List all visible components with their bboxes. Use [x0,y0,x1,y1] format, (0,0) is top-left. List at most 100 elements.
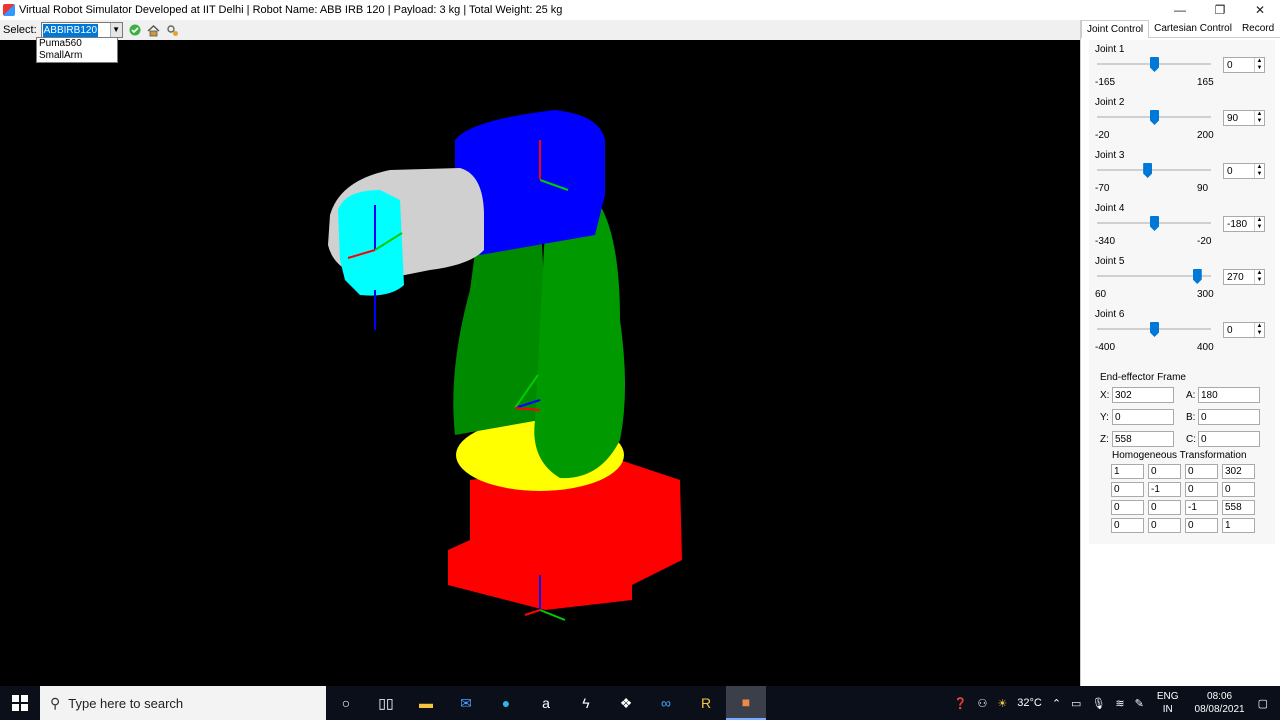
spinner-arrows-icon[interactable]: ▲ ▼ [1254,111,1264,125]
end-effector-title: End-effector Frame [1100,372,1186,383]
matrix-cell[interactable]: 0 [1222,482,1255,497]
temperature[interactable]: 32°C [1017,697,1042,709]
joint-min: -400 [1095,342,1116,353]
spinner-arrows-icon[interactable]: ▲ ▼ [1254,164,1264,178]
slider-thumb[interactable] [1150,57,1159,72]
chevron-up-icon[interactable]: ⌃ [1052,697,1061,710]
minimize-button[interactable]: — [1160,0,1200,20]
clock[interactable]: 08:06 08/08/2021 [1195,690,1245,716]
matrix-cell[interactable]: 0 [1185,482,1218,497]
x-label: X: [1100,390,1110,401]
joint-slider[interactable] [1097,169,1211,171]
matrix-cell[interactable]: 0 [1148,518,1181,533]
matrix-cell[interactable]: 0 [1185,518,1218,533]
joint-value-input[interactable]: 0 ▲ ▼ [1223,163,1265,179]
matrix-cell[interactable]: 0 [1111,482,1144,497]
joint-max: 90 [1197,183,1209,194]
language-indicator[interactable]: ENG IN [1157,690,1179,716]
slider-thumb[interactable] [1143,163,1153,178]
device-icon[interactable]: ▭ [1071,697,1081,710]
matrix-cell[interactable]: 1 [1111,464,1144,479]
joint-value-input[interactable]: 0 ▲ ▼ [1223,57,1265,73]
matrix-cell[interactable]: 0 [1148,464,1181,479]
joint-name: Joint 2 [1095,97,1125,108]
tab-joint-control[interactable]: Joint Control [1081,20,1150,38]
joint-max: 400 [1197,342,1214,353]
joint-min: -165 [1095,77,1116,88]
joint-value: 0 [1227,325,1233,336]
windows-start-icon[interactable] [0,686,40,720]
taskbar-search[interactable]: ⚲ Type here to search [40,686,326,720]
help-icon[interactable]: ❓ [954,697,968,710]
close-button[interactable]: ✕ [1240,0,1280,20]
matrix-cell[interactable]: 0 [1111,500,1144,515]
joint-name: Joint 1 [1095,44,1125,55]
spinner-arrows-icon[interactable]: ▲ ▼ [1254,270,1264,284]
settings-icon[interactable] [166,23,180,37]
matrix-cell[interactable]: 1 [1222,518,1255,533]
z-field[interactable]: 558 [1112,431,1174,447]
matrix-cell[interactable]: 0 [1185,464,1218,479]
joint-control: Joint 2 -20 200 90 ▲ ▼ [1089,97,1275,150]
matrix-cell[interactable]: 302 [1222,464,1255,479]
r-app-icon[interactable]: R [686,686,726,720]
chevron-down-icon[interactable]: ▼ [109,23,122,37]
matrix-cell[interactable]: 0 [1111,518,1144,533]
search-icon: ⚲ [50,694,61,711]
edge-icon[interactable]: ● [486,686,526,720]
joint-value-input[interactable]: 0 ▲ ▼ [1223,322,1265,338]
wifi-icon[interactable]: ≋ [1115,697,1124,710]
joint-value-input[interactable]: 90 ▲ ▼ [1223,110,1265,126]
file-explorer-icon[interactable]: ▬ [406,686,446,720]
slider-thumb[interactable] [1150,216,1159,231]
joint-max: 165 [1197,77,1214,88]
matrix-cell[interactable]: 0 [1148,500,1181,515]
notification-icon[interactable]: ▢ [1258,697,1268,710]
time: 08:06 [1207,691,1233,702]
pen-icon[interactable]: ✎ [1135,697,1144,710]
app-window: Virtual Robot Simulator Developed at IIT… [0,0,1280,686]
joint-value-input[interactable]: -180 ▲ ▼ [1223,216,1265,232]
joint-control: Joint 6 -400 400 0 ▲ ▼ [1089,309,1275,362]
matrix-cell[interactable]: -1 [1148,482,1181,497]
a-field[interactable]: 180 [1198,387,1260,403]
robot-select[interactable]: ABBIRB120 ▼ [40,22,123,38]
dropbox-icon[interactable]: ❖ [606,686,646,720]
lightning-app-icon[interactable]: ϟ [566,686,606,720]
amazon-icon[interactable]: a [526,686,566,720]
maximize-button[interactable]: ❐ [1200,0,1240,20]
slider-thumb[interactable] [1150,110,1159,125]
c-field[interactable]: 0 [1198,431,1260,447]
x-field[interactable]: 302 [1112,387,1174,403]
matrix-cell[interactable]: 558 [1222,500,1255,515]
joint-control: Joint 3 -70 90 0 ▲ ▼ [1089,150,1275,203]
joint-value-input[interactable]: 270 ▲ ▼ [1223,269,1265,285]
spinner-arrows-icon[interactable]: ▲ ▼ [1254,217,1264,231]
task-view-icon[interactable]: ▯▯ [366,686,406,720]
microphone-icon[interactable]: 🎙 [1091,697,1105,710]
cortana-icon[interactable]: ○ [326,686,366,720]
language: ENG [1156,691,1179,702]
mail-icon[interactable]: ✉ [446,686,486,720]
tab-cartesian-control[interactable]: Cartesian Control [1149,20,1237,38]
y-field[interactable]: 0 [1112,409,1174,425]
home-icon[interactable] [147,23,161,37]
robot-simulator-app-icon[interactable]: ■ [726,686,766,720]
weather-icon[interactable]: ☀ [997,697,1007,710]
3d-viewport[interactable] [0,40,1080,686]
spinner-arrows-icon[interactable]: ▲ ▼ [1254,58,1264,72]
region: IN [1162,704,1173,715]
dropdown-option[interactable]: Puma560 [37,38,117,50]
infinity-app-icon[interactable]: ∞ [646,686,686,720]
tab-record[interactable]: Record [1237,20,1279,38]
check-icon[interactable] [128,23,142,37]
joint-value: 90 [1227,113,1239,124]
slider-thumb[interactable] [1192,269,1202,284]
b-field[interactable]: 0 [1198,409,1260,425]
matrix-cell[interactable]: -1 [1185,500,1218,515]
slider-thumb[interactable] [1150,322,1159,337]
tab-bar: Joint Control Cartesian Control Record [1081,20,1280,38]
spinner-arrows-icon[interactable]: ▲ ▼ [1254,323,1264,337]
people-icon[interactable]: ⚇ [978,697,988,710]
dropdown-option[interactable]: SmallArm [37,50,117,62]
